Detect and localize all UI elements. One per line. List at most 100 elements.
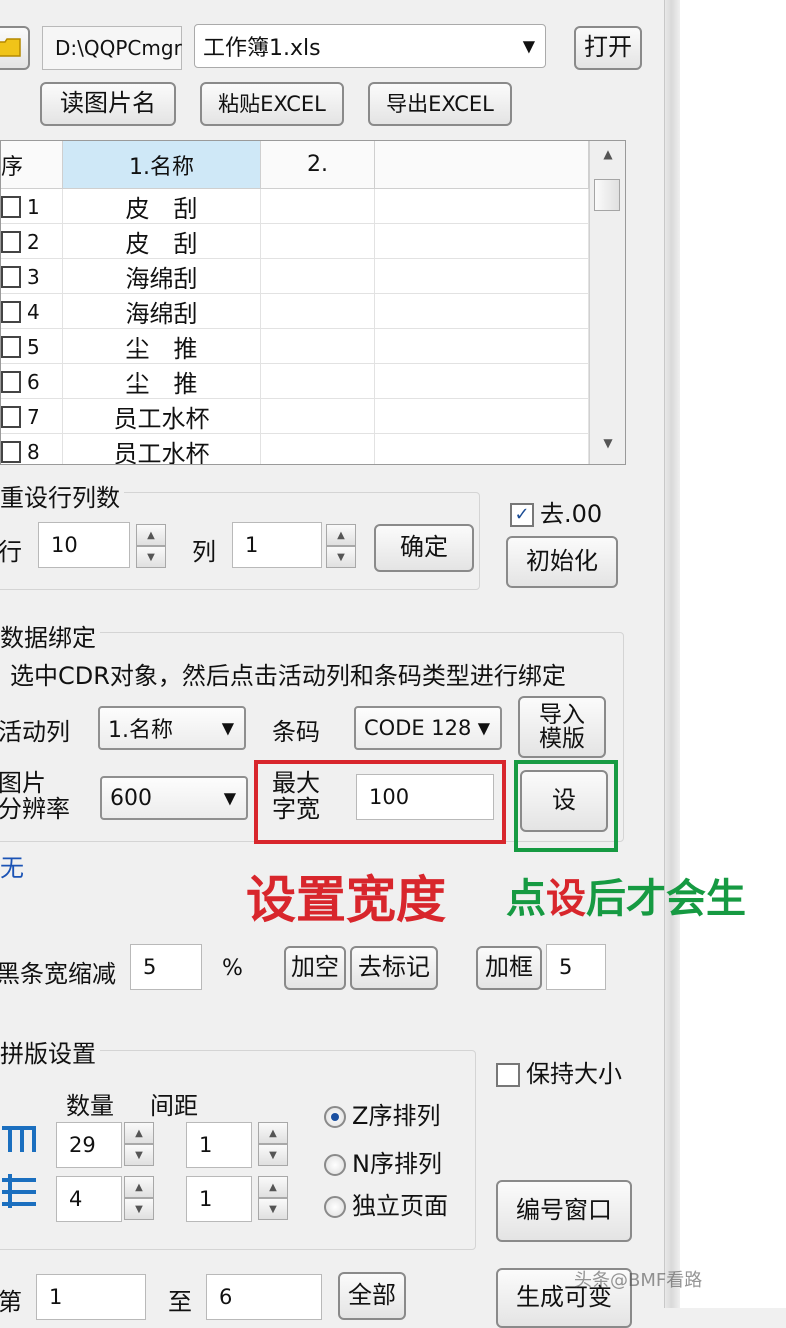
grid-scrollbar[interactable]: ▲ ▼ — [589, 141, 625, 464]
table-row[interactable]: 7 员工水杯 — [1, 399, 589, 434]
row-col2-cell[interactable] — [261, 399, 375, 434]
keep-size-checkbox[interactable]: 保持大小 — [496, 1054, 622, 1089]
row-empty-cell[interactable] — [375, 329, 589, 364]
path-field[interactable]: D:\QQPCmgr — [42, 26, 182, 70]
add-frame-button[interactable]: 加框 — [476, 946, 542, 990]
radio-selected-icon[interactable] — [324, 1106, 346, 1128]
row-col2-cell[interactable] — [261, 189, 375, 224]
row-index-cell[interactable]: 4 — [1, 294, 63, 329]
spin-up-icon[interactable]: ▲ — [124, 1122, 154, 1144]
row-index-cell[interactable]: 8 — [1, 434, 63, 464]
spin-down-icon[interactable]: ▼ — [136, 546, 166, 568]
row-col2-cell[interactable] — [261, 329, 375, 364]
spin-down-icon[interactable]: ▼ — [258, 1144, 288, 1166]
spin-up-icon[interactable]: ▲ — [136, 524, 166, 546]
row-index-cell[interactable]: 3 — [1, 259, 63, 294]
row-checkbox[interactable] — [1, 335, 21, 358]
shrink-input[interactable]: 5 — [130, 944, 202, 990]
qty1-input[interactable]: 29 — [56, 1122, 122, 1168]
col-spinner[interactable]: ▲ ▼ — [326, 524, 356, 568]
row-spinner[interactable]: ▲ ▼ — [136, 524, 166, 568]
add-space-button[interactable]: 加空 — [284, 946, 346, 990]
row-empty-cell[interactable] — [375, 224, 589, 259]
row-empty-cell[interactable] — [375, 364, 589, 399]
row-empty-cell[interactable] — [375, 434, 589, 464]
row-empty-cell[interactable] — [375, 189, 589, 224]
row-name-cell[interactable]: 尘 推 — [63, 364, 261, 399]
grid-header-index[interactable]: 序 — [1, 141, 63, 189]
row-col2-cell[interactable] — [261, 224, 375, 259]
table-row[interactable]: 5 尘 推 — [1, 329, 589, 364]
row-name-cell[interactable]: 海绵刮 — [63, 259, 261, 294]
qty2-spinner[interactable]: ▲ ▼ — [124, 1176, 154, 1220]
row-col2-cell[interactable] — [261, 364, 375, 399]
radio-n-order[interactable]: N序排列 — [324, 1144, 442, 1179]
row-count-input[interactable]: 10 — [38, 522, 130, 568]
row-checkbox[interactable] — [1, 405, 21, 428]
scroll-thumb[interactable] — [594, 179, 620, 211]
row-col2-cell[interactable] — [261, 434, 375, 464]
folder-button[interactable] — [0, 26, 30, 70]
gap2-input[interactable]: 1 — [186, 1176, 252, 1222]
import-template-button[interactable]: 导入 模版 — [518, 696, 606, 758]
row-checkbox[interactable] — [1, 230, 21, 253]
radio-unselected-icon[interactable] — [324, 1196, 346, 1218]
scroll-up-icon[interactable]: ▲ — [590, 147, 625, 161]
gap1-spinner[interactable]: ▲ ▼ — [258, 1122, 288, 1166]
table-row[interactable]: 2 皮 刮 — [1, 224, 589, 259]
read-names-button[interactable]: 读图片名 — [40, 82, 176, 126]
table-row[interactable]: 3 海绵刮 — [1, 259, 589, 294]
row-checkbox[interactable] — [1, 300, 21, 323]
radio-separate-page[interactable]: 独立页面 — [324, 1186, 448, 1221]
confirm-button[interactable]: 确定 — [374, 524, 474, 572]
resolution-combo[interactable]: 600 ▼ — [100, 776, 248, 820]
row-name-cell[interactable]: 皮 刮 — [63, 224, 261, 259]
max-width-input[interactable]: 100 — [356, 774, 494, 820]
row-name-cell[interactable]: 皮 刮 — [63, 189, 261, 224]
remove-mark-button[interactable]: 去标记 — [350, 946, 438, 990]
row-index-cell[interactable]: 2 — [1, 224, 63, 259]
grid-header-col2[interactable]: 2. — [261, 141, 375, 189]
scroll-down-icon[interactable]: ▼ — [590, 436, 625, 450]
spin-down-icon[interactable]: ▼ — [326, 546, 356, 568]
spin-down-icon[interactable]: ▼ — [124, 1198, 154, 1220]
radio-unselected-icon[interactable] — [324, 1154, 346, 1176]
numbering-window-button[interactable]: 编号窗口 — [496, 1180, 632, 1242]
row-empty-cell[interactable] — [375, 294, 589, 329]
export-excel-button[interactable]: 导出EXCEL — [368, 82, 512, 126]
gap2-spinner[interactable]: ▲ ▼ — [258, 1176, 288, 1220]
row-name-cell[interactable]: 员工水杯 — [63, 399, 261, 434]
data-grid[interactable]: 序 1.名称 2. 1皮 刮2皮 刮 3 海绵刮 4 海绵刮 5 尘 推6尘 推 7 员工水杯 8… — [0, 140, 626, 465]
table-row[interactable]: 6 尘 推 — [1, 364, 589, 399]
open-button[interactable]: 打开 — [574, 26, 642, 70]
checkbox-checked-icon[interactable]: ✓ — [510, 503, 534, 527]
row-checkbox[interactable] — [1, 440, 21, 463]
gap1-input[interactable]: 1 — [186, 1122, 252, 1168]
init-button[interactable]: 初始化 — [506, 536, 618, 588]
row-col2-cell[interactable] — [261, 259, 375, 294]
radio-z-order[interactable]: Z序排列 — [324, 1096, 440, 1131]
strip-zero-checkbox[interactable]: ✓ 去.00 — [510, 494, 602, 529]
file-combo[interactable]: 工作簿1.xls ▼ — [194, 24, 546, 68]
row-index-cell[interactable]: 1 — [1, 189, 63, 224]
row-index-cell[interactable]: 6 — [1, 364, 63, 399]
table-row[interactable]: 4 海绵刮 — [1, 294, 589, 329]
to-input[interactable]: 6 — [206, 1274, 322, 1320]
set-button[interactable]: 设 — [520, 770, 608, 832]
paste-excel-button[interactable]: 粘贴EXCEL — [200, 82, 344, 126]
qty1-spinner[interactable]: ▲ ▼ — [124, 1122, 154, 1166]
row-col2-cell[interactable] — [261, 294, 375, 329]
spin-down-icon[interactable]: ▼ — [124, 1144, 154, 1166]
spin-up-icon[interactable]: ▲ — [258, 1176, 288, 1198]
spin-up-icon[interactable]: ▲ — [124, 1176, 154, 1198]
from-input[interactable]: 1 — [36, 1274, 146, 1320]
row-index-cell[interactable]: 5 — [1, 329, 63, 364]
all-button[interactable]: 全部 — [338, 1272, 406, 1320]
barcode-combo[interactable]: CODE 128 ▼ — [354, 706, 502, 750]
row-checkbox[interactable] — [1, 370, 21, 393]
row-name-cell[interactable]: 尘 推 — [63, 329, 261, 364]
row-checkbox[interactable] — [1, 265, 21, 288]
grid-header-name[interactable]: 1.名称 — [63, 141, 261, 189]
table-row[interactable]: 8 员工水杯 — [1, 434, 589, 464]
row-empty-cell[interactable] — [375, 399, 589, 434]
